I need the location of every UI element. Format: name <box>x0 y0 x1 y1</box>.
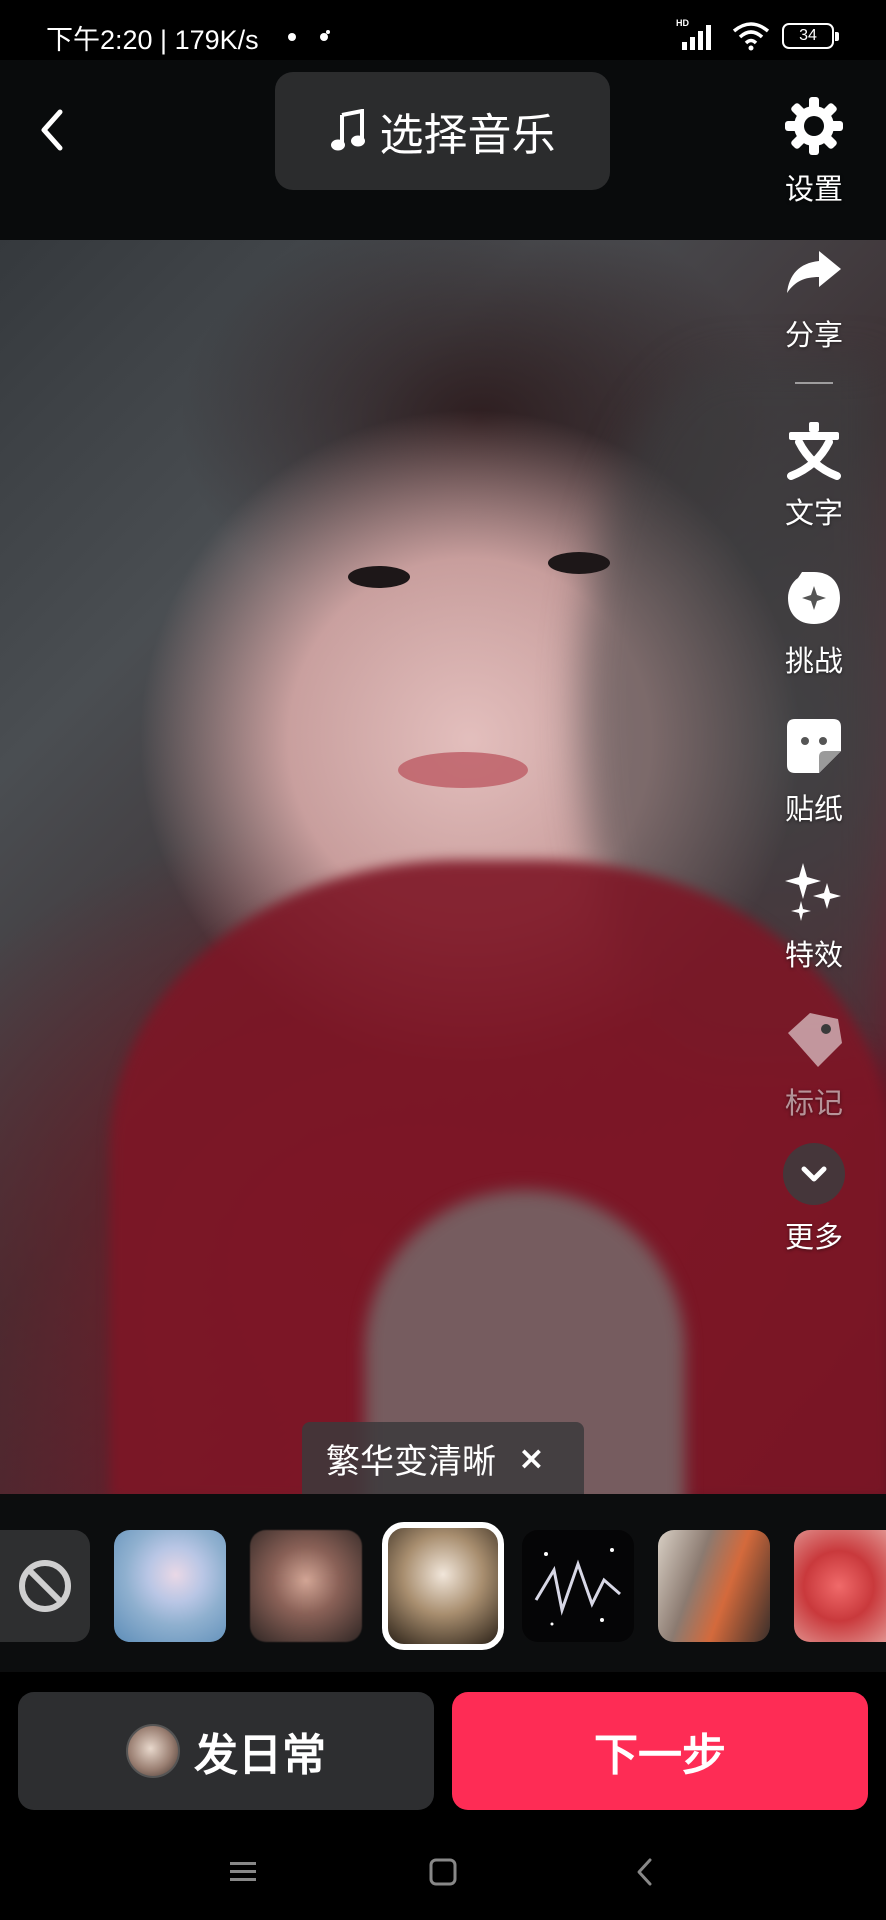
tool-sticker-label: 贴纸 <box>784 792 843 826</box>
thumbnail-effect-1[interactable] <box>114 1530 226 1642</box>
back-icon <box>637 1858 652 1886</box>
effect-thumbnail-strip[interactable] <box>0 1494 886 1672</box>
photo-eye-right <box>548 552 610 574</box>
tool-more-label: 更多 <box>784 1220 843 1254</box>
tool-share[interactable]: 分享 <box>762 240 866 354</box>
music-note-icon <box>330 109 365 151</box>
signal-icon: HD <box>676 18 720 52</box>
avatar <box>126 1724 180 1778</box>
tool-challenge[interactable]: 挑战 <box>762 566 866 680</box>
chevron-down-icon <box>783 1143 845 1205</box>
battery-level: 34 <box>799 27 817 44</box>
select-music-button[interactable]: 选择音乐 <box>275 72 610 190</box>
tool-settings-label: 设置 <box>784 172 843 206</box>
tool-text[interactable]: 文字 <box>762 418 866 532</box>
tool-effects-label: 特效 <box>784 938 843 972</box>
close-icon[interactable]: × <box>518 1439 545 1477</box>
home-button[interactable] <box>421 1850 465 1894</box>
notification-icons <box>288 30 330 41</box>
photo-preview[interactable] <box>0 240 886 1494</box>
thumbnail-effect-4[interactable] <box>522 1530 634 1642</box>
photo-mouth <box>398 752 528 788</box>
effect-chip[interactable]: 繁华变清晰 × <box>302 1422 584 1494</box>
challenge-icon <box>788 572 840 624</box>
system-nav-bar <box>0 1822 886 1920</box>
top-bar: 选择音乐 <box>0 60 886 240</box>
sparkle-icon <box>785 863 841 921</box>
thumbnail-effect-6[interactable] <box>794 1530 886 1642</box>
thumbnail-effect-5[interactable] <box>658 1530 770 1642</box>
status-time-speed: 下午2:20 | 179K/s <box>46 25 259 55</box>
next-step-label: 下一步 <box>594 1730 726 1781</box>
next-step-button[interactable]: 下一步 <box>452 1692 868 1810</box>
tool-sticker[interactable]: 贴纸 <box>762 714 866 828</box>
menu-icon <box>230 1862 256 1881</box>
light-streak-graphic <box>534 1548 621 1626</box>
post-daily-button[interactable]: 发日常 <box>18 1692 434 1810</box>
text-icon <box>787 422 841 480</box>
share-arrow-icon <box>787 251 841 293</box>
toolbar-divider <box>795 382 833 384</box>
thumbnail-effect-2[interactable] <box>250 1530 362 1642</box>
hd-badge: HD <box>676 18 689 28</box>
tool-share-label: 分享 <box>784 318 843 352</box>
photo-eye-left <box>348 566 410 588</box>
back-button[interactable] <box>30 98 74 162</box>
back-nav-button[interactable] <box>623 1850 667 1894</box>
menu-button[interactable] <box>221 1850 265 1894</box>
status-right: HD 34 <box>676 18 839 52</box>
sticker-icon <box>787 719 841 773</box>
post-daily-label: 发日常 <box>194 1730 326 1781</box>
tool-more[interactable]: 更多 <box>762 1142 866 1256</box>
tool-effects[interactable]: 特效 <box>762 860 866 974</box>
home-icon <box>429 1858 457 1886</box>
status-bar: 下午2:20 | 179K/s HD 34 <box>0 0 886 60</box>
tool-challenge-label: 挑战 <box>784 644 843 678</box>
back-chevron-icon <box>41 109 63 151</box>
tool-text-label: 文字 <box>784 496 843 530</box>
thumbnail-effect-3-selected[interactable] <box>382 1522 504 1650</box>
gear-icon <box>785 97 843 155</box>
effect-chip-label: 繁华变清晰 <box>326 1441 496 1482</box>
tool-settings[interactable]: 设置 <box>762 94 866 208</box>
tool-tag[interactable]: 标记 <box>762 1008 866 1122</box>
thumbnail-none[interactable] <box>0 1530 90 1642</box>
no-effect-icon <box>19 1560 71 1612</box>
battery-icon: 34 <box>782 23 839 49</box>
wifi-icon <box>732 22 770 51</box>
select-music-label: 选择音乐 <box>379 110 556 161</box>
action-bar: 发日常 下一步 <box>0 1672 886 1822</box>
tool-tag-label: 标记 <box>784 1086 843 1120</box>
tag-icon <box>788 1013 842 1067</box>
